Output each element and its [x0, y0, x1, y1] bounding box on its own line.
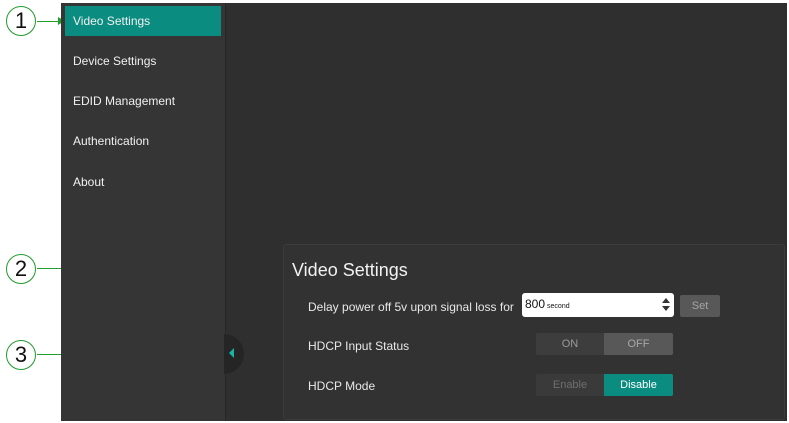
hdcp-mode-toggle: Enable Disable — [536, 374, 673, 396]
callout-1: 1 — [6, 6, 36, 36]
up-down-spinner-icon[interactable] — [662, 298, 670, 312]
delay-label: Delay power off 5v upon signal loss for — [308, 300, 514, 314]
hdcp-input-off-button[interactable]: OFF — [604, 333, 673, 355]
video-settings-panel: Video Settings Delay power off 5v upon s… — [283, 244, 785, 420]
app-window: Video Settings Device Settings EDID Mana… — [61, 3, 787, 421]
panel-title: Video Settings — [292, 260, 408, 280]
callout-2: 2 — [6, 254, 36, 284]
sidebar-item-edid-management[interactable]: EDID Management — [65, 86, 221, 116]
sidebar: Video Settings Device Settings EDID Mana… — [61, 3, 226, 421]
hdcp-input-toggle: ON OFF — [536, 333, 673, 355]
hdcp-input-label: HDCP Input Status — [308, 339, 410, 353]
callout-3: 3 — [6, 340, 36, 370]
callout-1-arrow — [37, 17, 65, 25]
delay-value-wrap: 800 second — [525, 297, 570, 311]
hdcp-mode-label: HDCP Mode — [308, 379, 376, 393]
sidebar-item-about[interactable]: About — [65, 167, 221, 197]
set-button[interactable]: Set — [680, 295, 720, 317]
delay-input[interactable]: 800 second — [522, 293, 674, 317]
sidebar-item-device-settings[interactable]: Device Settings — [65, 46, 221, 76]
sidebar-item-authentication[interactable]: Authentication — [65, 126, 221, 156]
hdcp-input-on-button[interactable]: ON — [536, 333, 604, 355]
delay-value: 800 — [525, 297, 546, 311]
sidebar-item-video-settings[interactable]: Video Settings — [65, 6, 221, 36]
chevron-left-icon — [229, 348, 234, 358]
hdcp-mode-enable-button[interactable]: Enable — [536, 374, 604, 396]
hdcp-mode-disable-button[interactable]: Disable — [604, 374, 673, 396]
delay-unit: second — [547, 303, 570, 310]
